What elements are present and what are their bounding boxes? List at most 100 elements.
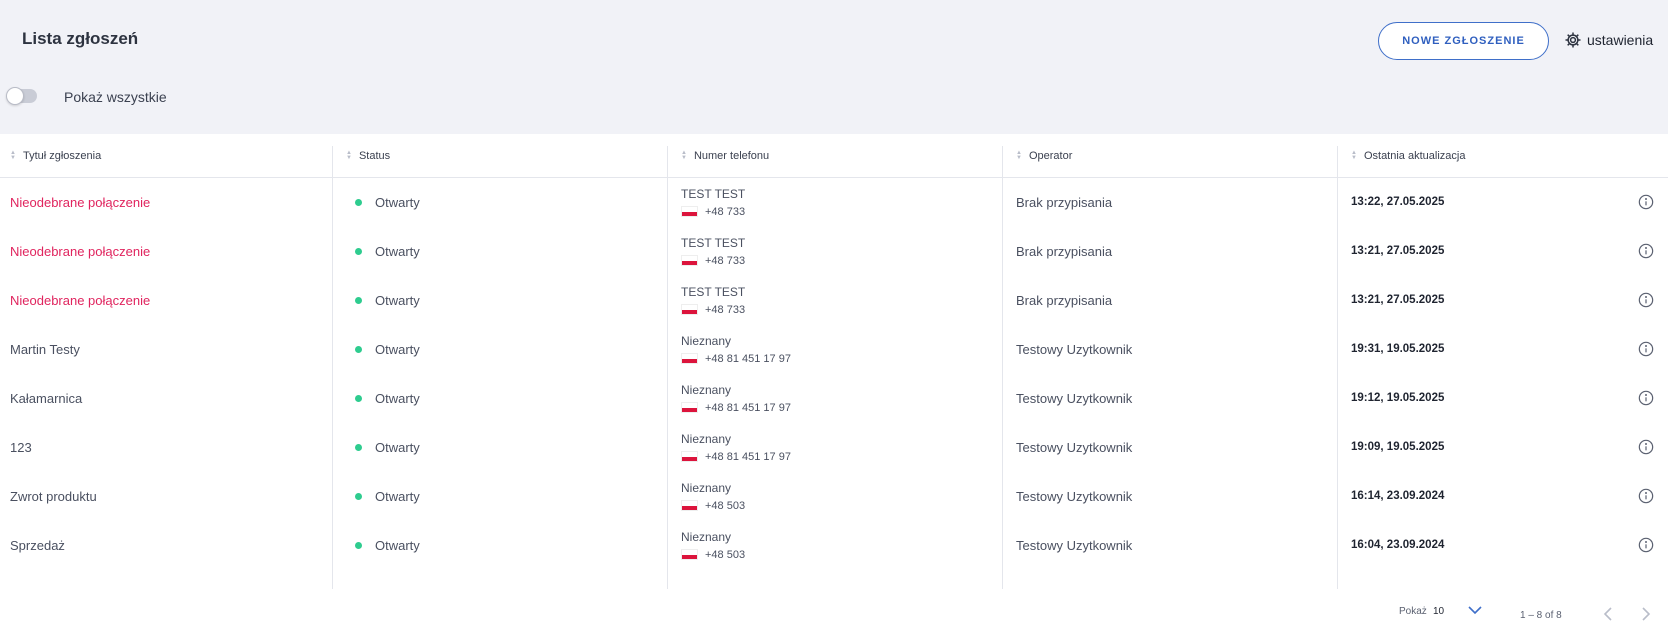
phone-number: +48 503 [681, 500, 745, 512]
info-icon[interactable] [1638, 194, 1654, 210]
info-icon[interactable] [1638, 537, 1654, 553]
status-text: Otwarty [375, 390, 420, 406]
caller-name: Nieznany [681, 333, 732, 348]
poland-flag-icon [681, 549, 698, 560]
last-update: 16:04, 23.09.2024 [1351, 539, 1445, 551]
sort-icon: ▲ ▼ [1016, 150, 1022, 161]
operator-cell: Testowy Uzytkownik [1016, 390, 1133, 406]
caller-name: TEST TEST [681, 235, 746, 250]
last-update: 19:09, 19.05.2025 [1351, 441, 1445, 453]
table-row[interactable]: 123 Otwarty Nieznany +48 81 451 17 97 Te… [0, 421, 1668, 473]
new-ticket-button[interactable]: NOWE ZGŁOSZENIE [1378, 22, 1549, 60]
column-header-label: Tytuł zgłoszenia [22, 150, 102, 162]
phone-cell: Nieznany +48 503 [681, 470, 745, 522]
operator-cell: Brak przypisania [1016, 194, 1113, 210]
status-dot [355, 541, 362, 549]
caller-name: Nieznany [681, 382, 732, 397]
ticket-title: Martin Testy [10, 341, 80, 357]
ticket-title: Nieodebrane połączenie [10, 243, 151, 259]
sort-icon: ▲ ▼ [1351, 150, 1357, 161]
ticket-title: Sprzedaż [10, 537, 65, 553]
status-text: Otwarty [375, 243, 420, 259]
poland-flag-icon [681, 304, 698, 315]
phone-number-text: +48 733 [705, 254, 746, 267]
info-icon[interactable] [1638, 292, 1654, 308]
poland-flag-icon [681, 206, 698, 217]
caller-name: Nieznany [681, 431, 732, 446]
phone-number: +48 733 [681, 255, 745, 267]
status-cell: Otwarty [355, 176, 420, 228]
status-cell: Otwarty [355, 225, 420, 277]
show-all-toggle[interactable] [6, 87, 37, 105]
table-row[interactable]: Zwrot produktu Otwarty Nieznany +48 503 … [0, 470, 1668, 522]
status-text: Otwarty [375, 488, 420, 504]
table-row[interactable]: Kałamarnica Otwarty Nieznany +48 81 451 … [0, 372, 1668, 424]
operator-cell: Brak przypisania [1016, 243, 1113, 259]
column-header-updated[interactable]: ▲ ▼ Ostatnia aktualizacja [1351, 134, 1465, 178]
toggle-knob [6, 87, 24, 105]
info-icon[interactable] [1638, 488, 1654, 504]
phone-number: +48 81 451 17 97 [681, 402, 791, 414]
settings-label: ustawienia [1587, 32, 1654, 48]
phone-cell: TEST TEST +48 733 [681, 225, 745, 277]
status-dot [355, 296, 362, 304]
info-icon[interactable] [1638, 243, 1654, 259]
column-header-status[interactable]: ▲ ▼ Status [346, 134, 390, 178]
last-update: 13:21, 27.05.2025 [1351, 294, 1445, 306]
status-dot [355, 345, 362, 353]
phone-cell: Nieznany +48 81 451 17 97 [681, 372, 791, 424]
table-row[interactable]: Nieodebrane połączenie Otwarty TEST TEST… [0, 176, 1668, 228]
phone-cell: Nieznany +48 503 [681, 519, 745, 571]
gear-icon [1565, 32, 1581, 48]
phone-cell: TEST TEST +48 733 [681, 274, 745, 326]
caller-name: Nieznany [681, 480, 732, 495]
chevron-right-icon[interactable] [1640, 605, 1652, 623]
status-dot [355, 443, 362, 451]
table-row[interactable]: Nieodebrane połączenie Otwarty TEST TEST… [0, 274, 1668, 326]
info-icon[interactable] [1638, 341, 1654, 357]
operator-cell: Brak przypisania [1016, 292, 1113, 308]
phone-cell: Nieznany +48 81 451 17 97 [681, 421, 791, 473]
status-text: Otwarty [375, 194, 420, 210]
operator-cell: Testowy Uzytkownik [1016, 488, 1133, 504]
column-header-label: Numer telefonu [693, 150, 770, 162]
last-update: 19:12, 19.05.2025 [1351, 392, 1445, 404]
page-header: Lista zgłoszeń NOWE ZGŁOSZENIE ustawieni… [0, 0, 1668, 134]
settings-button[interactable]: ustawienia [1564, 31, 1653, 49]
phone-number-text: +48 81 451 17 97 [705, 450, 791, 463]
column-header-phone[interactable]: ▲ ▼ Numer telefonu [681, 134, 769, 178]
column-header-title[interactable]: ▲ ▼ Tytuł zgłoszenia [10, 134, 101, 178]
poland-flag-icon [681, 255, 698, 266]
last-update: 13:21, 27.05.2025 [1351, 245, 1445, 257]
info-icon[interactable] [1638, 439, 1654, 455]
status-cell: Otwarty [355, 470, 420, 522]
status-text: Otwarty [375, 292, 420, 308]
caller-name: TEST TEST [681, 186, 746, 201]
status-cell: Otwarty [355, 274, 420, 326]
ticket-title: 123 [10, 439, 32, 455]
table-row[interactable]: Sprzedaż Otwarty Nieznany +48 503 Testow… [0, 519, 1668, 571]
pagination-range: 1 – 8 of 8 [1520, 610, 1562, 621]
ticket-title: Nieodebrane połączenie [10, 194, 151, 210]
status-text: Otwarty [375, 341, 420, 357]
status-cell: Otwarty [355, 372, 420, 424]
phone-number: +48 503 [681, 549, 745, 561]
status-dot [355, 394, 362, 402]
phone-number-text: +48 733 [705, 303, 746, 316]
page-size-select[interactable]: 10 [1433, 606, 1444, 617]
ticket-title: Nieodebrane połączenie [10, 292, 151, 308]
table-row[interactable]: Nieodebrane połączenie Otwarty TEST TEST… [0, 225, 1668, 277]
show-all-label: Pokaż wszystkie [64, 89, 167, 105]
caller-name: Nieznany [681, 529, 732, 544]
poland-flag-icon [681, 402, 698, 413]
chevron-left-icon[interactable] [1602, 605, 1614, 623]
column-header-label: Operator [1028, 150, 1073, 162]
info-icon[interactable] [1638, 390, 1654, 406]
status-dot [355, 198, 362, 206]
poland-flag-icon [681, 353, 698, 364]
table-row[interactable]: Martin Testy Otwarty Nieznany +48 81 451… [0, 323, 1668, 375]
column-header-operator[interactable]: ▲ ▼ Operator [1016, 134, 1072, 178]
chevron-down-icon[interactable] [1467, 604, 1483, 616]
phone-number-text: +48 733 [705, 205, 746, 218]
page-size-label: Pokaż [1399, 606, 1427, 617]
